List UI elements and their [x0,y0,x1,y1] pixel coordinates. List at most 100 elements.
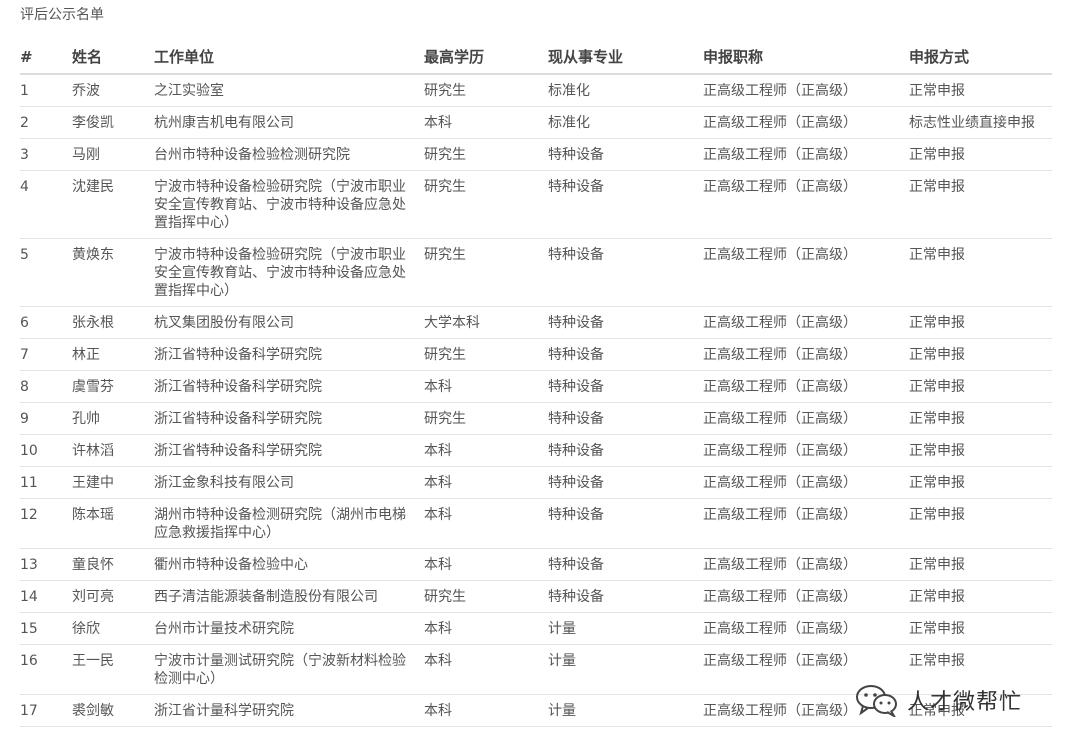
table-row: 12 陈本瑶 湖州市特种设备检测研究院（湖州市电梯应急救援指挥中心） 本科 特种设备 正高… [20,498,1052,549]
cell-number: 7 [20,338,72,371]
cell-name: 林正 [72,338,154,371]
cell-education: 本科 [424,694,548,727]
table-row: 13 童良怀 衢州市特种设备检验中心 本科 特种设备 正高级工程师（正高级） 正常申报 [20,548,1052,581]
cell-name: 孔帅 [72,402,154,435]
cell-unit: 宁波市特种设备检验研究院（宁波市职业安全宣传教育站、宁波市特种设备应急处置指挥中… [154,170,424,239]
cell-title: 正高级工程师（正高级） [703,402,909,435]
cell-education: 本科 [424,612,548,645]
cell-unit: 浙江省特种设备科学研究院 [154,370,424,403]
cell-number: 6 [20,306,72,339]
cell-unit: 台州市计量技术研究院 [154,612,424,645]
cell-major: 特种设备 [548,466,703,499]
cell-major: 特种设备 [548,170,703,239]
column-header-unit: 工作单位 [154,40,424,75]
cell-education: 研究生 [424,170,548,239]
cell-method: 正常申报 [909,434,1052,467]
page-title: 评后公示名单 [20,7,104,23]
table-row: 4 沈建民 宁波市特种设备检验研究院（宁波市职业安全宣传教育站、宁波市特种设备应急处… [20,170,1052,239]
cell-unit: 之江实验室 [154,74,424,107]
cell-unit: 宁波市特种设备检验研究院（宁波市职业安全宣传教育站、宁波市特种设备应急处置指挥中… [154,238,424,307]
cell-number: 11 [20,466,72,499]
table-row: 2 李俊凯 杭州康吉机电有限公司 本科 标准化 正高级工程师（正高级） 标志性业绩直接申报 [20,106,1052,139]
table-row: 11 王建中 浙江金象科技有限公司 本科 特种设备 正高级工程师（正高级） 正常申报 [20,466,1052,499]
cell-number: 13 [20,548,72,581]
cell-unit: 浙江省特种设备科学研究院 [154,434,424,467]
cell-number: 4 [20,170,72,239]
cell-education: 本科 [424,548,548,581]
cell-major: 特种设备 [548,498,703,549]
cell-major: 特种设备 [548,548,703,581]
cell-major: 特种设备 [548,580,703,613]
table-row: 1 乔波 之江实验室 研究生 标准化 正高级工程师（正高级） 正常申报 [20,74,1052,107]
cell-unit: 衢州市特种设备检验中心 [154,548,424,581]
cell-number: 14 [20,580,72,613]
list-table: # 姓名 工作单位 最高学历 现从事专业 申报职称 申报方式 1 乔波 之江实验室研… [20,40,1052,727]
cell-method: 正常申报 [909,306,1052,339]
cell-name: 王一民 [72,644,154,695]
cell-education: 研究生 [424,74,548,107]
cell-method: 正常申报 [909,402,1052,435]
cell-method: 正常申报 [909,74,1052,107]
cell-unit: 杭州康吉机电有限公司 [154,106,424,139]
cell-title: 正高级工程师（正高级） [703,338,909,371]
cell-education: 本科 [424,434,548,467]
cell-name: 陈本瑶 [72,498,154,549]
cell-unit: 浙江省计量科学研究院 [154,694,424,727]
cell-title: 正高级工程师（正高级） [703,306,909,339]
cell-education: 大学本科 [424,306,548,339]
column-header-title: 申报职称 [703,40,909,75]
cell-name: 马刚 [72,138,154,171]
table-row: 3 马刚 台州市特种设备检验检测研究院 研究生 特种设备 正高级工程师（正高级） 正常申报 [20,138,1052,171]
watermark: 人才微帮忙 [855,683,1022,717]
cell-number: 12 [20,498,72,549]
cell-method: 正常申报 [909,138,1052,171]
column-header-number: # [20,40,72,75]
table-row: 6 张永根 杭叉集团股份有限公司 大学本科 特种设备 正高级工程师（正高级） 正常申报 [20,306,1052,339]
column-header-education: 最高学历 [424,40,548,75]
cell-method: 正常申报 [909,370,1052,403]
cell-education: 本科 [424,644,548,695]
table-row: 8 虞雪芬 浙江省特种设备科学研究院 本科 特种设备 正高级工程师（正高级） 正常申报 [20,370,1052,403]
cell-title: 正高级工程师（正高级） [703,170,909,239]
table-row: 15 徐欣 台州市计量技术研究院 本科 计量 正高级工程师（正高级） 正常申报 [20,612,1052,645]
cell-major: 计量 [548,694,703,727]
cell-name: 童良怀 [72,548,154,581]
cell-number: 8 [20,370,72,403]
cell-major: 特种设备 [548,238,703,307]
cell-number: 9 [20,402,72,435]
cell-major: 计量 [548,644,703,695]
cell-major: 特种设备 [548,306,703,339]
cell-method: 正常申报 [909,580,1052,613]
table-row: 7 林正 浙江省特种设备科学研究院 研究生 特种设备 正高级工程师（正高级） 正常申报 [20,338,1052,371]
table-row: 14 刘可亮 西子清洁能源装备制造股份有限公司 研究生 特种设备 正高级工程师（正高级）正… [20,580,1052,613]
table-row: 5 黄焕东 宁波市特种设备检验研究院（宁波市职业安全宣传教育站、宁波市特种设备应急处… [20,238,1052,307]
cell-name: 乔波 [72,74,154,107]
cell-name: 黄焕东 [72,238,154,307]
cell-title: 正高级工程师（正高级） [703,580,909,613]
cell-title: 正高级工程师（正高级） [703,466,909,499]
cell-number: 1 [20,74,72,107]
wechat-icon [856,685,897,717]
column-header-method: 申报方式 [909,40,1052,75]
cell-name: 刘可亮 [72,580,154,613]
cell-name: 张永根 [72,306,154,339]
cell-education: 研究生 [424,138,548,171]
cell-method: 标志性业绩直接申报 [909,106,1052,139]
cell-education: 研究生 [424,580,548,613]
cell-number: 2 [20,106,72,139]
cell-method: 正常申报 [909,612,1052,645]
table-header-row: # 姓名 工作单位 最高学历 现从事专业 申报职称 申报方式 [20,40,1052,75]
cell-method: 正常申报 [909,498,1052,549]
cell-unit: 浙江省特种设备科学研究院 [154,402,424,435]
cell-number: 3 [20,138,72,171]
cell-name: 徐欣 [72,612,154,645]
cell-title: 正高级工程师（正高级） [703,238,909,307]
cell-education: 本科 [424,370,548,403]
cell-unit: 湖州市特种设备检测研究院（湖州市电梯应急救援指挥中心） [154,498,424,549]
cell-name: 王建中 [72,466,154,499]
table-row: 10 许林滔 浙江省特种设备科学研究院 本科 特种设备 正高级工程师（正高级） 正常申报 [20,434,1052,467]
cell-major: 特种设备 [548,434,703,467]
cell-unit: 宁波市计量测试研究院（宁波新材料检验检测中心） [154,644,424,695]
cell-major: 特种设备 [548,338,703,371]
cell-title: 正高级工程师（正高级） [703,74,909,107]
